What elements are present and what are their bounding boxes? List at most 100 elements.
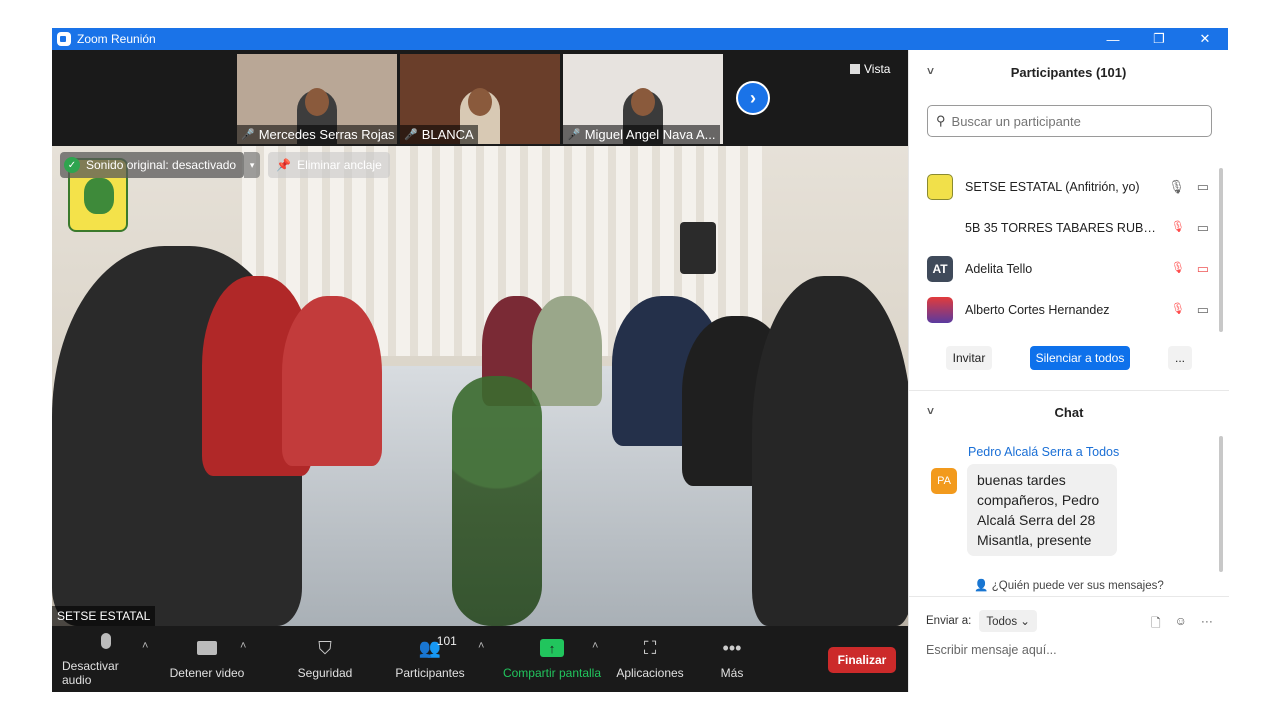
view-button[interactable]: Vista xyxy=(850,62,890,76)
emoji-icon[interactable]: ☺ xyxy=(1175,614,1187,635)
share-screen-button[interactable]: ↑ Compartir pantalla xyxy=(500,626,604,692)
camera-icon[interactable]: ▭ xyxy=(1197,302,1209,318)
thumbnail-name: 🎤 Mercedes Serras Rojas xyxy=(237,125,397,144)
original-sound-label: Sonido original: desactivado xyxy=(86,158,237,172)
stop-video-button[interactable]: Detener video xyxy=(167,626,247,692)
participants-label: Participantes xyxy=(395,666,465,680)
muted-mic-icon[interactable]: 🎙 xyxy=(1171,302,1185,318)
apps-icon: ⛶ xyxy=(643,637,657,658)
camera-icon[interactable]: ▭ xyxy=(1197,179,1209,195)
video-overlay-bar: ✓ Sonido original: desactivado ▾ 📌 Elimi… xyxy=(60,152,390,178)
more-dots-icon[interactable]: ··· xyxy=(1201,614,1213,635)
message-sender: Pedro Alcalá Serra a Todos xyxy=(968,445,1120,459)
participant-status-icons: 🎙 ▭ xyxy=(1171,302,1209,318)
thumbnail-video[interactable]: 🎤 Miguel Angel Nava A... xyxy=(563,54,723,144)
main-video[interactable]: ✓ Sonido original: desactivado ▾ 📌 Elimi… xyxy=(52,146,908,626)
participant-status-icons: 🎙 ▭ xyxy=(1171,261,1209,277)
participant-row[interactable]: 5B 35 TORRES TABARES RUBEN ... 🎙 ▭ xyxy=(909,207,1219,248)
unpin-label: Eliminar anclaje xyxy=(297,158,382,172)
send-to-row: Enviar a: Todos ⌄ xyxy=(926,610,1037,632)
shield-check-icon: ✓ xyxy=(64,157,80,173)
participant-row[interactable]: SETSE ESTATAL (Anfitrión, yo) 🎙 ▭ xyxy=(909,166,1219,207)
close-button[interactable]: ✕ xyxy=(1182,28,1228,50)
muted-mic-icon[interactable]: 🎙 xyxy=(1171,220,1185,236)
thumbnail-name-text: BLANCA xyxy=(421,127,474,142)
participant-head xyxy=(305,88,329,116)
minimize-button[interactable]: — xyxy=(1090,28,1136,50)
video-garland xyxy=(452,376,542,626)
who-can-see-link[interactable]: 👤 ¿Quién puede ver sus mensajes? xyxy=(909,578,1229,592)
restore-button[interactable]: ❐ xyxy=(1136,28,1182,50)
end-meeting-button[interactable]: Finalizar xyxy=(828,647,896,673)
share-screen-icon: ↑ xyxy=(540,638,564,658)
participant-head xyxy=(631,88,655,116)
collapse-chevron-icon[interactable]: ˅ xyxy=(927,64,934,78)
participants-more-button[interactable]: ... xyxy=(1168,346,1192,370)
more-label: Más xyxy=(720,666,744,680)
window-title: Zoom Reunión xyxy=(77,32,156,46)
participant-search-input[interactable] xyxy=(951,113,1192,129)
more-dots-icon: ••• xyxy=(722,637,742,658)
chat-tools: 🗋 ☺ ··· xyxy=(1151,614,1213,635)
chevron-down-icon[interactable]: ▾ xyxy=(244,152,261,178)
thumbnail-video[interactable]: 🎤 BLANCA xyxy=(400,54,560,144)
chat-divider xyxy=(909,596,1229,597)
participant-name: SETSE ESTATAL (Anfitrión, yo) xyxy=(965,179,1140,194)
thumbnail-name-text: Miguel Angel Nava A... xyxy=(584,127,716,142)
meeting-toolbar: Desactivar audio ˄ Detener video ˄ ⛉ Seg… xyxy=(52,626,908,692)
participant-name: Alberto Cortes Hernandez xyxy=(965,302,1110,317)
video-area: 🎤 Mercedes Serras Rojas 🎤 BLANCA 🎤 Miguel A… xyxy=(52,50,908,692)
apps-button[interactable]: ⛶ Aplicaciones xyxy=(614,626,686,692)
mute-button[interactable]: Desactivar audio xyxy=(62,626,150,692)
security-button[interactable]: ⛉ Seguridad xyxy=(292,626,358,692)
chat-message-input[interactable]: Escribir mensaje aquí... xyxy=(926,643,1057,657)
unpin-button[interactable]: 📌 Eliminar anclaje xyxy=(268,152,390,178)
mute-all-button[interactable]: Silenciar a todos xyxy=(1030,346,1130,370)
view-label: Vista xyxy=(864,62,891,76)
thumbnail-name: 🎤 BLANCA xyxy=(400,125,478,144)
who-can-see-text: ¿Quién puede ver sus mensajes? xyxy=(991,580,1164,592)
more-button[interactable]: ••• Más xyxy=(712,626,752,692)
next-page-arrow-icon[interactable]: › xyxy=(736,81,770,115)
participant-list: SETSE ESTATAL (Anfitrión, yo) 🎙 ▭ 5B 35 T… xyxy=(909,166,1219,330)
original-sound-button[interactable]: ✓ Sonido original: desactivado xyxy=(60,152,245,178)
chat-scrollbar[interactable] xyxy=(1219,436,1223,572)
muted-mic-icon[interactable]: 🎙 xyxy=(1171,261,1185,277)
shield-icon: ⛉ xyxy=(318,637,332,658)
avatar xyxy=(927,173,953,200)
participants-count: 101 xyxy=(436,634,457,648)
microphone-icon[interactable]: 🎙 xyxy=(1168,179,1185,195)
participant-row[interactable]: Alberto Cortes Hernandez 🎙 ▭ xyxy=(909,289,1219,330)
invite-button[interactable]: Invitar xyxy=(946,346,992,370)
participant-status-icons: 🎙 ▭ xyxy=(1168,179,1209,195)
participants-button[interactable]: 👥 101 Participantes xyxy=(392,626,468,692)
chevron-up-icon[interactable]: ˄ xyxy=(240,640,246,652)
thumbnail-name-text: Mercedes Serras Rojas xyxy=(258,127,395,142)
chevron-up-icon[interactable]: ˄ xyxy=(478,640,484,652)
speaker-name-tag: SETSE ESTATAL xyxy=(52,606,156,626)
muted-mic-icon: 🎤 xyxy=(404,129,418,141)
collapse-chevron-icon[interactable]: ˅ xyxy=(927,404,934,418)
participants-title: Participantes (101) xyxy=(1010,64,1127,80)
participant-list-scrollbar[interactable] xyxy=(1219,168,1223,332)
camera-off-icon[interactable]: ▭ xyxy=(1197,261,1209,277)
camera-icon xyxy=(197,638,217,658)
title-bar: Zoom Reunión — ❐ ✕ xyxy=(52,28,1228,50)
microphone-icon xyxy=(101,631,111,651)
camera-icon[interactable]: ▭ xyxy=(1197,220,1209,236)
chevron-up-icon[interactable]: ˄ xyxy=(142,640,148,652)
file-icon[interactable]: 🗋 xyxy=(1151,614,1161,635)
search-icon: ⚲ xyxy=(936,113,946,128)
avatar xyxy=(927,296,953,323)
participant-search[interactable]: ⚲ xyxy=(927,105,1212,137)
send-to-dropdown[interactable]: Todos ⌄ xyxy=(979,610,1037,632)
mute-label: Desactivar audio xyxy=(62,659,119,687)
thumbnail-video[interactable]: 🎤 Mercedes Serras Rojas xyxy=(237,54,397,144)
participant-status-icons: 🎙 ▭ xyxy=(1171,220,1209,236)
participant-row[interactable]: AT Adelita Tello 🎙 ▭ xyxy=(909,248,1219,289)
thumbnail-strip: 🎤 Mercedes Serras Rojas 🎤 BLANCA 🎤 Miguel A… xyxy=(52,50,908,146)
chat-header: ˅ Chat xyxy=(909,390,1229,434)
participants-icon: 👥 101 xyxy=(418,634,457,658)
muted-mic-icon: 🎤 xyxy=(567,129,581,141)
chevron-up-icon[interactable]: ˄ xyxy=(592,640,598,652)
